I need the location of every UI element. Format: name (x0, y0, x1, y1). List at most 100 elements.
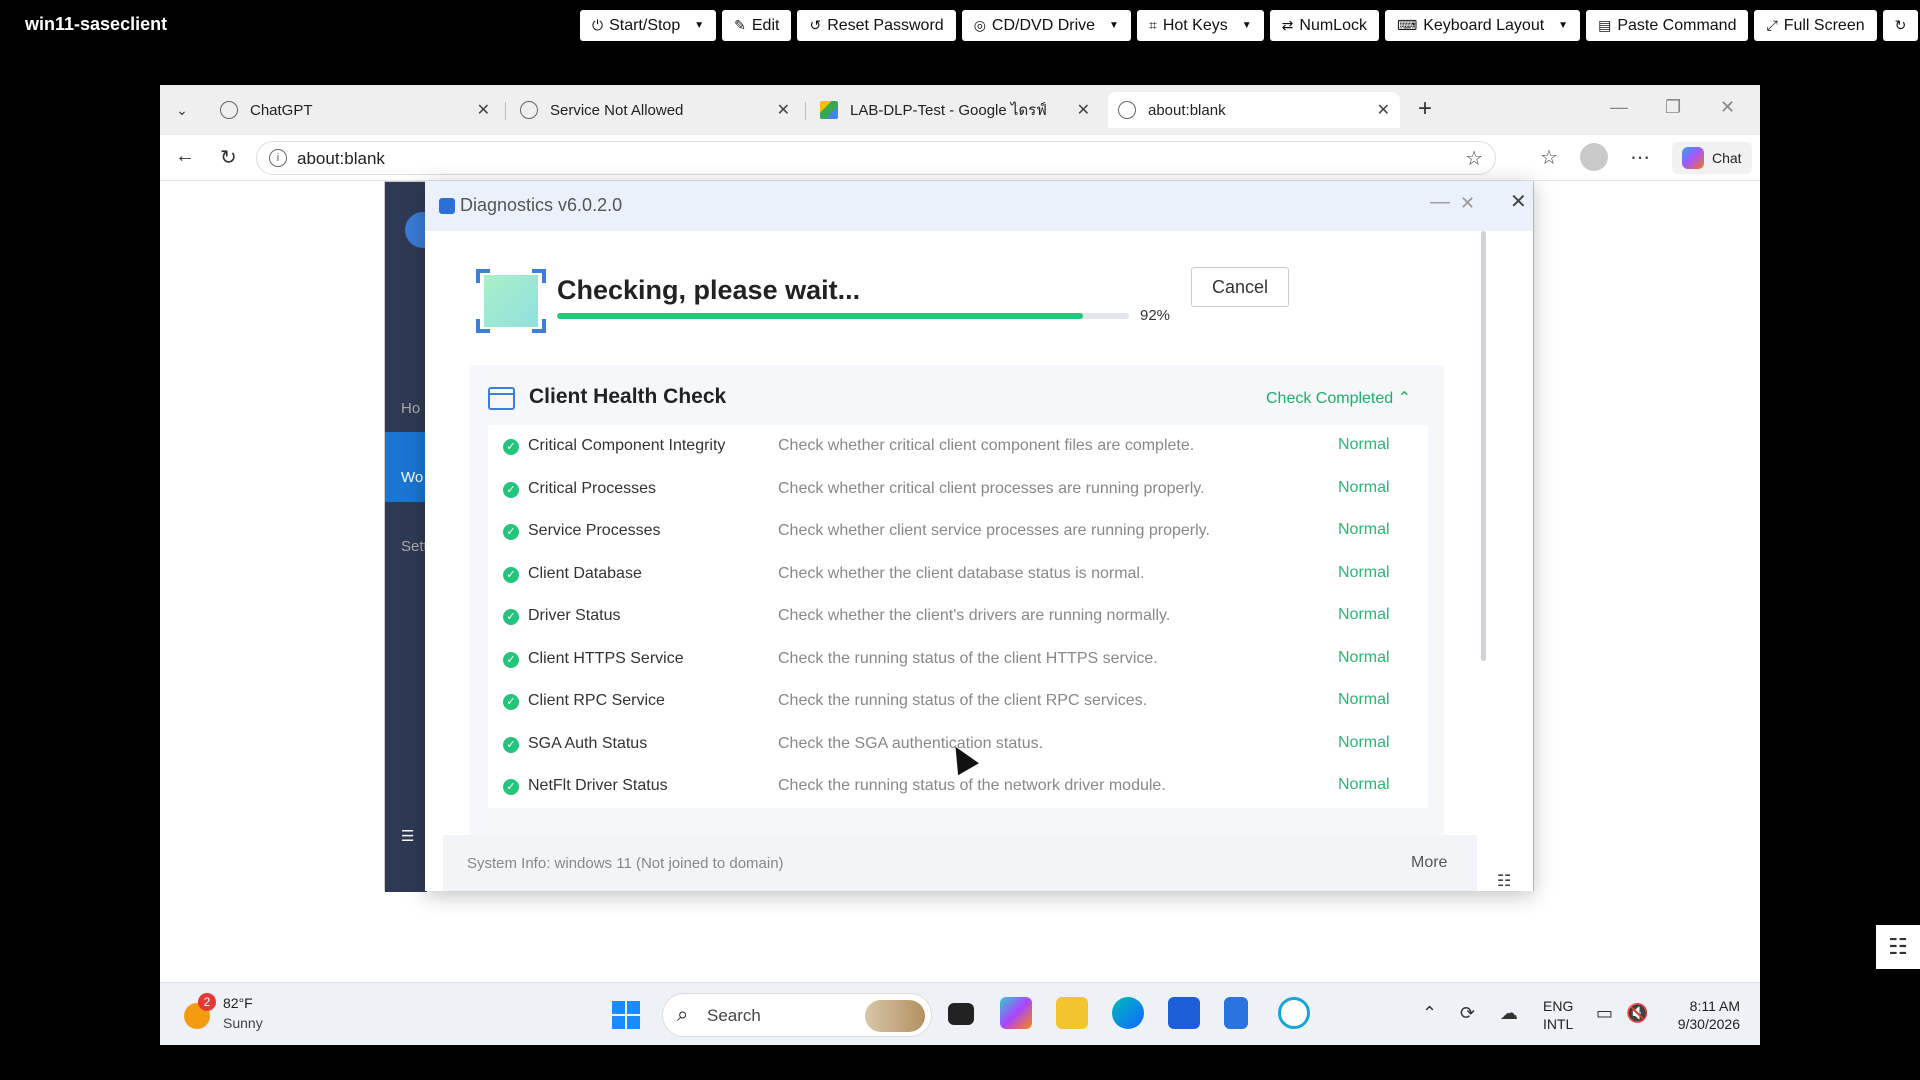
close-window-icon[interactable]: ✕ (1720, 97, 1735, 118)
back-arrow-icon[interactable]: ← (175, 145, 195, 168)
sidebar-item-work[interactable]: Wo (401, 469, 423, 486)
scan-icon (476, 269, 546, 333)
full-screen-button[interactable]: ⤢ Full Screen (1754, 10, 1877, 41)
language-indicator[interactable]: ENG INTL (1543, 997, 1573, 1033)
cd-dvd-drive-button[interactable]: ◎ CD/DVD Drive ▼ (961, 10, 1131, 41)
background-app-sidebar: Ho Wo Setti ☰ (385, 182, 441, 892)
start-button[interactable] (612, 1001, 640, 1029)
weather-widget[interactable]: 2 (182, 993, 222, 1033)
check-status: Normal (1338, 606, 1390, 623)
tab-about-blank[interactable]: about:blank ✕ (1108, 92, 1400, 128)
favorites-icon[interactable]: ☆ (1540, 145, 1558, 170)
edge-icon[interactable] (1112, 997, 1144, 1029)
minimize-icon[interactable]: — (1610, 97, 1628, 118)
taskbar-search[interactable]: ⌕ Search (662, 993, 932, 1037)
sidebar-item-home[interactable]: Ho (401, 400, 420, 417)
search-highlight-image (865, 1000, 925, 1032)
copilot-icon (1682, 147, 1704, 169)
check-description: Check whether the client's drivers are r… (778, 607, 1171, 624)
check-name: Client HTTPS Service (528, 649, 684, 667)
start-stop-button[interactable]: ⏻ Start/Stop ▼ (580, 10, 717, 41)
windows-logo-pane (612, 1016, 625, 1029)
caret-down-icon: ▼ (1109, 20, 1119, 31)
tab-lab-dlp-test[interactable]: LAB-DLP-Test - Google ไดรฟ์ ✕ (810, 92, 1100, 128)
check-success-icon: ✓ (503, 439, 519, 455)
app-lock-icon (439, 198, 455, 214)
numlock-button[interactable]: ⇄ NumLock (1269, 10, 1379, 41)
side-panel-toggle-icon[interactable]: ☷ (1876, 925, 1920, 969)
paste-command-button[interactable]: ▤ Paste Command (1586, 10, 1749, 41)
health-check-icon (488, 387, 515, 410)
profile-avatar[interactable] (1580, 143, 1608, 171)
menu-icon[interactable]: ☰ (401, 827, 414, 845)
scrollbar[interactable] (1480, 231, 1488, 681)
keyboard-icon: ⌨ (1396, 17, 1418, 33)
notepad-icon[interactable] (1224, 997, 1248, 1029)
windows-logo-pane (612, 1001, 625, 1014)
close-icon[interactable]: ✕ (777, 100, 790, 120)
sync-icon[interactable]: ⟳ (1460, 1003, 1475, 1024)
section-status-toggle[interactable]: Check Completed ⌃ (1266, 388, 1411, 408)
diagnostics-dialog: Diagnostics v6.0.2.0 — ✕ ✕ Checking, ple… (425, 181, 1533, 891)
keyboard-layout-button[interactable]: ⌨ Keyboard Layout ▼ (1384, 10, 1581, 41)
reload-icon[interactable]: ↻ (220, 145, 237, 170)
volume-muted-icon[interactable]: 🔇 (1626, 1003, 1648, 1024)
task-view-icon[interactable] (948, 1003, 974, 1025)
progress-percent: 92% (1140, 307, 1171, 324)
cancel-button[interactable]: Cancel (1191, 267, 1289, 307)
network-icon[interactable]: ▭ (1596, 1003, 1613, 1024)
sidebar-selected-highlight (385, 432, 427, 502)
check-status: Normal (1338, 563, 1390, 581)
check-name: Critical Component Integrity (528, 437, 726, 454)
new-tab-plus-icon[interactable]: + (1418, 95, 1432, 123)
refresh-button[interactable]: ↻ (1882, 10, 1919, 41)
check-status: Normal (1338, 436, 1390, 453)
scrollbar-thumb[interactable] (1481, 231, 1486, 661)
check-row: ✓ Client HTTPS Service Check the running s… (488, 638, 1428, 681)
caret-down-icon: ▼ (1241, 20, 1252, 31)
reset-icon: ↺ (809, 17, 822, 33)
close-icon[interactable]: ✕ (1377, 100, 1390, 120)
close-icon[interactable]: ✕ (1077, 100, 1090, 120)
check-row: ✓ Client RPC Service Check the running sta… (488, 680, 1428, 723)
close-panel-icon[interactable]: ✕ (1510, 189, 1527, 214)
close-icon[interactable]: ✕ (1460, 193, 1475, 214)
minimize-icon[interactable]: — (1430, 191, 1450, 214)
dialog-title: Diagnostics v6.0.2.0 (460, 195, 623, 215)
file-explorer-icon[interactable] (1056, 997, 1088, 1029)
check-success-icon: ✓ (503, 566, 519, 583)
more-options-icon[interactable]: ⋯ (1630, 145, 1650, 170)
tab-divider (505, 102, 506, 120)
check-success-icon: ✓ (503, 779, 519, 795)
tab-divider (805, 102, 806, 120)
edit-button[interactable]: ✎ Edit (722, 10, 792, 41)
hot-keys-button[interactable]: ⌗ Hot Keys ▼ (1136, 10, 1264, 41)
m365-icon[interactable] (1000, 997, 1032, 1029)
reset-password-button[interactable]: ↺ Reset Password (797, 10, 956, 41)
info-icon[interactable]: i (269, 149, 287, 167)
tray-chevron-up-icon[interactable]: ⌃ (1422, 1003, 1437, 1024)
cloud-off-icon[interactable]: ☁ (1500, 1003, 1518, 1024)
sase-client-icon[interactable] (1278, 997, 1310, 1029)
search-icon: ⌕ (677, 1004, 689, 1026)
url-field[interactable]: i about:blank ☆ (256, 141, 1496, 175)
notification-badge: 2 (198, 993, 216, 1011)
progress-fill (557, 313, 1084, 319)
scan-corner (476, 269, 490, 283)
refresh-icon: ↻ (1894, 17, 1907, 33)
close-icon[interactable]: ✕ (477, 100, 490, 120)
restore-icon[interactable]: ❐ (1665, 97, 1681, 118)
pencil-icon: ✎ (734, 17, 746, 33)
google-drive-icon (820, 101, 838, 119)
system-clock[interactable]: 8:11 AM 9/30/2026 (1660, 997, 1740, 1033)
list-view-icon[interactable]: ☷ (1497, 871, 1511, 891)
tab-service-not-allowed[interactable]: Service Not Allowed ✕ (510, 92, 800, 128)
scan-corner (476, 319, 490, 333)
copilot-chat-button[interactable]: Chat (1672, 142, 1752, 174)
more-link[interactable]: More (1411, 854, 1447, 872)
tab-chatgpt[interactable]: ChatGPT ✕ (210, 92, 500, 128)
favorite-star-icon[interactable]: ☆ (1465, 146, 1483, 171)
store-icon[interactable] (1168, 997, 1200, 1029)
tab-list-chevron-icon[interactable]: ⌄ (170, 98, 194, 122)
check-description: Check whether critical client component … (778, 437, 1195, 454)
